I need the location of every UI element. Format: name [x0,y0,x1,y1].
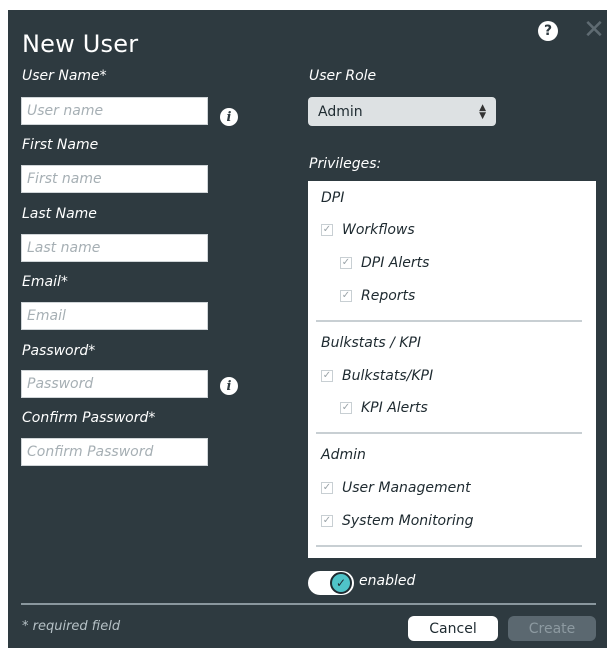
new-user-dialog: New User ? ✕ User Name* i First Name Las… [8,10,607,648]
enabled-toggle[interactable]: ✓ [308,571,354,595]
privilege-item-label: System Monitoring [342,513,474,529]
toggle-check-icon: ✓ [330,572,352,594]
privileges-label: Privileges: [309,156,382,172]
checkbox-checked-icon[interactable]: ✓ [321,224,333,236]
privileges-panel: DPI ✓ Workflows ✓ DPI Alerts ✓ Reports B… [308,181,596,558]
privilege-item-label: KPI Alerts [361,400,428,416]
email-input[interactable] [21,302,208,330]
privilege-item-dpi-alerts[interactable]: ✓ DPI Alerts [340,255,429,271]
privilege-item-bulkstats-kpi[interactable]: ✓ Bulkstats/KPI [321,368,433,384]
privilege-item-system-monitoring[interactable]: ✓ System Monitoring [321,513,474,529]
user-name-info-icon[interactable]: i [220,108,238,126]
privilege-item-user-management[interactable]: ✓ User Management [321,480,471,496]
privilege-item-reports[interactable]: ✓ Reports [340,288,415,304]
user-name-label: User Name* [22,68,107,84]
confirm-password-input[interactable] [21,438,208,466]
privilege-item-label: Workflows [342,222,415,238]
group-divider [316,432,582,434]
enabled-toggle-label: enabled [359,573,416,589]
first-name-label: First Name [22,137,99,153]
confirm-password-label: Confirm Password* [22,410,156,426]
checkbox-checked-icon[interactable]: ✓ [321,482,333,494]
privilege-item-label: Bulkstats/KPI [342,368,434,384]
last-name-input[interactable] [21,234,208,262]
group-divider [316,545,582,547]
password-input[interactable] [21,370,208,398]
group-divider [316,320,582,322]
user-role-label: User Role [309,68,377,84]
privilege-item-label: User Management [342,480,471,496]
footer-divider [21,603,596,605]
checkbox-checked-icon[interactable]: ✓ [321,515,333,527]
email-label: Email* [22,274,68,290]
password-info-icon[interactable]: i [220,377,238,395]
checkbox-checked-icon[interactable]: ✓ [340,402,352,414]
user-role-value: Admin [318,103,363,120]
privilege-group-title: Bulkstats / KPI [321,335,421,351]
checkbox-checked-icon[interactable]: ✓ [340,257,352,269]
last-name-label: Last Name [22,206,97,222]
password-label: Password* [22,343,96,359]
select-arrows-icon: ▲ ▼ [479,102,486,121]
first-name-input[interactable] [21,165,208,193]
checkbox-checked-icon[interactable]: ✓ [321,370,333,382]
user-role-select[interactable]: Admin ▲ ▼ [308,97,496,126]
privilege-item-kpi-alerts[interactable]: ✓ KPI Alerts [340,400,428,416]
privilege-group-title: DPI [321,190,345,206]
privilege-group-title: Admin [321,447,366,463]
user-name-input[interactable] [21,97,208,125]
cancel-button[interactable]: Cancel [408,616,498,641]
privilege-item-workflows[interactable]: ✓ Workflows [321,222,415,238]
privilege-item-label: Reports [361,288,416,304]
help-icon[interactable]: ? [538,21,558,41]
close-icon[interactable]: ✕ [582,17,606,43]
required-field-note: * required field [22,619,121,634]
dialog-title: New User [22,30,139,58]
create-button[interactable]: Create [508,616,596,641]
checkbox-checked-icon[interactable]: ✓ [340,290,352,302]
privilege-item-label: DPI Alerts [361,255,430,271]
